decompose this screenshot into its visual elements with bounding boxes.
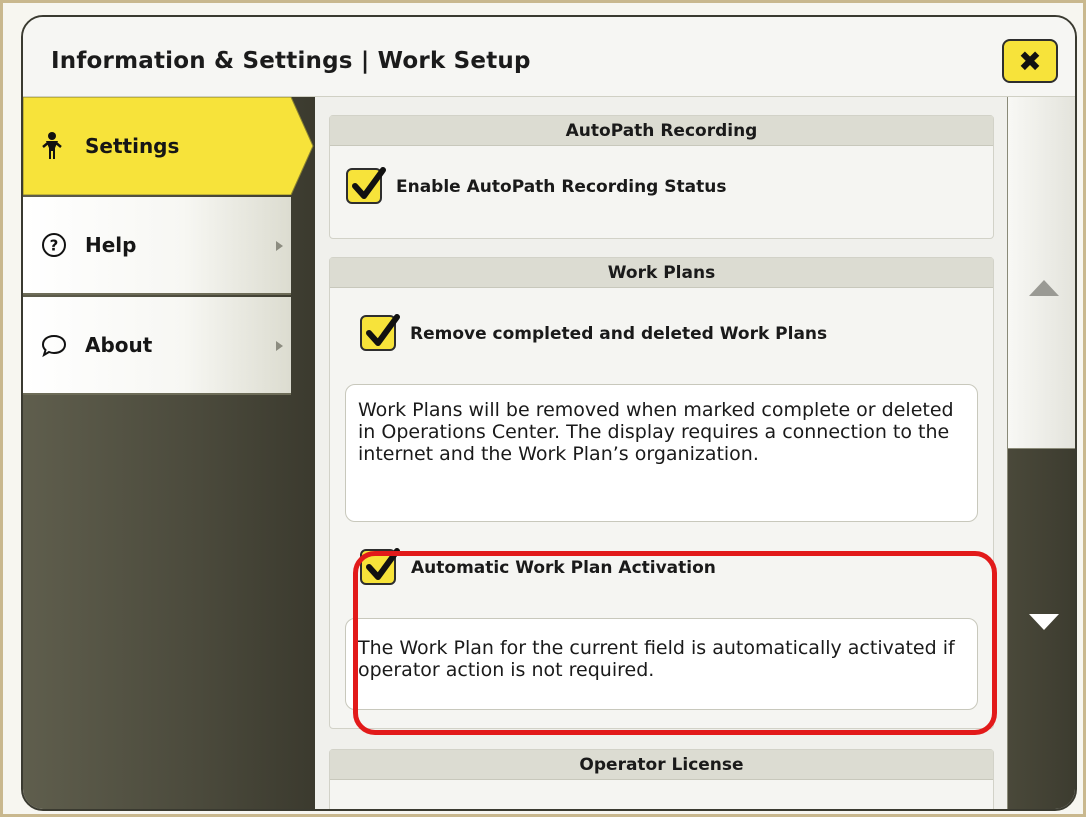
chevron-right-icon (276, 241, 283, 251)
sidebar-item-label: Help (85, 233, 137, 257)
close-button[interactable]: ✖ (1002, 39, 1058, 83)
triangle-up-icon (1029, 280, 1059, 296)
sidebar-item-label: About (85, 333, 153, 357)
sidebar: Settings ? Help About (23, 97, 315, 809)
section-header: Work Plans (330, 258, 993, 288)
speech-bubble-icon (41, 333, 67, 363)
svg-text:?: ? (50, 237, 59, 255)
section-header: Operator License (330, 750, 993, 780)
question-circle-icon: ? (41, 232, 67, 262)
remove-work-plans-checkbox[interactable] (360, 314, 400, 351)
sidebar-item-label: Settings (85, 134, 180, 158)
close-icon: ✖ (1018, 44, 1042, 78)
checkmark-icon (366, 314, 400, 346)
scroll-down-button[interactable] (1008, 449, 1075, 809)
remove-work-plans-description: Work Plans will be removed when marked c… (345, 384, 978, 522)
triangle-down-icon (1029, 614, 1059, 630)
scrollbar[interactable] (1007, 97, 1075, 809)
enable-autopath-checkbox[interactable] (346, 167, 386, 204)
title-bar: Information & Settings | Work Setup ✖ (23, 17, 1075, 97)
section-autopath-recording: AutoPath Recording Enable AutoPath Recor… (329, 115, 994, 239)
sidebar-item-about[interactable]: About (23, 297, 291, 395)
page-title: Information & Settings | Work Setup (51, 48, 531, 74)
section-operator-license: Operator License (329, 749, 994, 809)
settings-dialog: Information & Settings | Work Setup ✖ Se… (21, 15, 1077, 811)
chevron-right-icon (276, 341, 283, 351)
sidebar-item-settings[interactable]: Settings (23, 97, 314, 195)
checkmark-icon (352, 167, 386, 199)
enable-autopath-label: Enable AutoPath Recording Status (396, 177, 727, 197)
settings-content: AutoPath Recording Enable AutoPath Recor… (315, 97, 1007, 809)
highlight-annotation (353, 551, 997, 735)
scroll-up-button[interactable] (1008, 97, 1075, 449)
section-header: AutoPath Recording (330, 116, 993, 146)
remove-work-plans-label: Remove completed and deleted Work Plans (410, 324, 828, 344)
sidebar-item-help[interactable]: ? Help (23, 197, 291, 295)
